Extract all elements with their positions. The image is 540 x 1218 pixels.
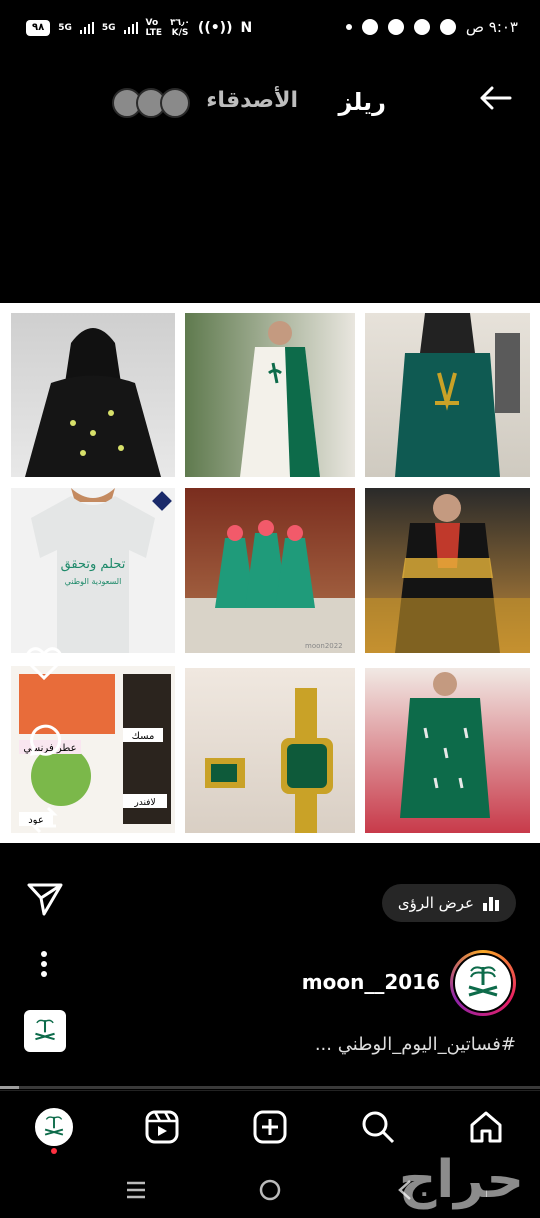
dress-illustration bbox=[395, 313, 520, 477]
more-options-icon[interactable] bbox=[36, 950, 52, 978]
chat-icon bbox=[361, 19, 378, 35]
grid-tile-girls-dresses: moon2022 bbox=[185, 488, 355, 653]
tile-watermark: moon2022 bbox=[305, 642, 343, 650]
status-right: ٩:٠٣ ص bbox=[345, 18, 518, 36]
nav-search[interactable] bbox=[358, 1107, 398, 1147]
clock: ٩:٠٣ ص bbox=[465, 18, 518, 36]
tshirt-illustration: تحلم وتحقق السعودية الوطني bbox=[31, 488, 155, 653]
dress-illustration bbox=[365, 494, 530, 653]
home-button-icon[interactable] bbox=[258, 1178, 282, 1202]
nav-profile[interactable] bbox=[34, 1107, 74, 1147]
profile-avatar bbox=[35, 1108, 73, 1146]
site-watermark: حراج bbox=[398, 1150, 524, 1210]
avatar[interactable] bbox=[450, 950, 516, 1016]
notification-dot bbox=[51, 1148, 57, 1154]
nav-reels[interactable] bbox=[142, 1107, 182, 1147]
speed-label: ٣٦٫٠ K/S bbox=[170, 18, 190, 38]
grid-tile-tshirt: تحلم وتحقق السعودية الوطني bbox=[11, 488, 175, 653]
whatsapp-icon bbox=[413, 19, 430, 35]
grid-tile-watch bbox=[185, 668, 355, 833]
grid-tile-white-green-dress bbox=[185, 313, 355, 477]
post-caption[interactable]: #فساتين_اليوم_الوطني ... bbox=[315, 1034, 516, 1055]
label-musk: مسك bbox=[132, 731, 155, 742]
hotspot-icon: ((•)) bbox=[197, 20, 233, 36]
kids-illustration: moon2022 bbox=[185, 520, 355, 653]
back-arrow-icon[interactable] bbox=[478, 80, 514, 116]
grid-tile-green-kaftan bbox=[365, 668, 530, 833]
audio-thumbnail[interactable] bbox=[24, 1010, 66, 1052]
network-label-2: 5G bbox=[101, 23, 116, 33]
plus-square-icon bbox=[253, 1110, 287, 1144]
reels-icon bbox=[145, 1110, 179, 1144]
saudi-emblem-icon bbox=[44, 1116, 64, 1136]
grid-tile-black-abaya bbox=[11, 313, 175, 477]
dress-illustration bbox=[240, 321, 320, 477]
dress-illustration bbox=[400, 672, 490, 818]
reels-tab[interactable]: ريلز bbox=[338, 88, 386, 116]
dress-illustration bbox=[25, 328, 161, 477]
reels-header: الأصدقاء ريلز bbox=[0, 56, 540, 146]
username[interactable]: moon__2016 bbox=[302, 970, 440, 994]
network-label-1: 5G bbox=[58, 23, 72, 33]
watch-illustration bbox=[205, 688, 333, 833]
view-insights-button[interactable]: عرض الرؤى bbox=[381, 884, 516, 922]
signal-icon-2 bbox=[123, 22, 138, 34]
send-icon[interactable] bbox=[26, 880, 64, 918]
reel-progress-bar[interactable] bbox=[0, 1086, 540, 1089]
shirt-text-2: السعودية الوطني bbox=[65, 577, 122, 586]
recents-icon[interactable] bbox=[124, 1178, 148, 1202]
shirt-text-1: تحلم وتحقق bbox=[61, 557, 126, 572]
nav-create[interactable] bbox=[250, 1107, 290, 1147]
facebook-icon bbox=[439, 19, 456, 35]
saudi-emblem-icon bbox=[468, 966, 498, 997]
search-icon bbox=[362, 1111, 395, 1144]
home-icon bbox=[470, 1111, 502, 1143]
friends-tab[interactable]: الأصدقاء bbox=[206, 88, 298, 113]
nfc-icon: N bbox=[240, 20, 253, 36]
like-heart-icon[interactable] bbox=[24, 644, 64, 684]
friends-avatars[interactable] bbox=[112, 88, 194, 120]
grid-tile-green-gold-dress bbox=[365, 313, 530, 477]
notification-dot-icon bbox=[345, 24, 352, 30]
comment-icon[interactable] bbox=[24, 722, 64, 762]
bar-chart-icon bbox=[483, 897, 499, 911]
status-left: ٩٨ 5G 5G Vo LTE ٣٦٫٠ K/S ((•)) N bbox=[26, 18, 252, 38]
saudi-emblem-icon bbox=[35, 1019, 55, 1041]
label-lavender: لافندر bbox=[133, 798, 155, 808]
volte-label: Vo LTE bbox=[145, 18, 163, 38]
remix-icon[interactable] bbox=[24, 800, 64, 840]
nav-home[interactable] bbox=[466, 1107, 506, 1147]
signal-icon bbox=[79, 22, 94, 34]
insights-label: عرض الرؤى bbox=[397, 894, 474, 912]
progress-fill bbox=[0, 1086, 19, 1089]
battery-indicator: ٩٨ bbox=[26, 20, 51, 36]
snapchat-icon bbox=[387, 19, 404, 35]
status-bar: ٩٨ 5G 5G Vo LTE ٣٦٫٠ K/S ((•)) N ٩:٠٣ ص bbox=[0, 0, 540, 56]
reel-media[interactable]: تحلم وتحقق السعودية الوطني moon2022 عطر … bbox=[0, 303, 540, 843]
grid-tile-embroidered-dress bbox=[365, 488, 530, 653]
